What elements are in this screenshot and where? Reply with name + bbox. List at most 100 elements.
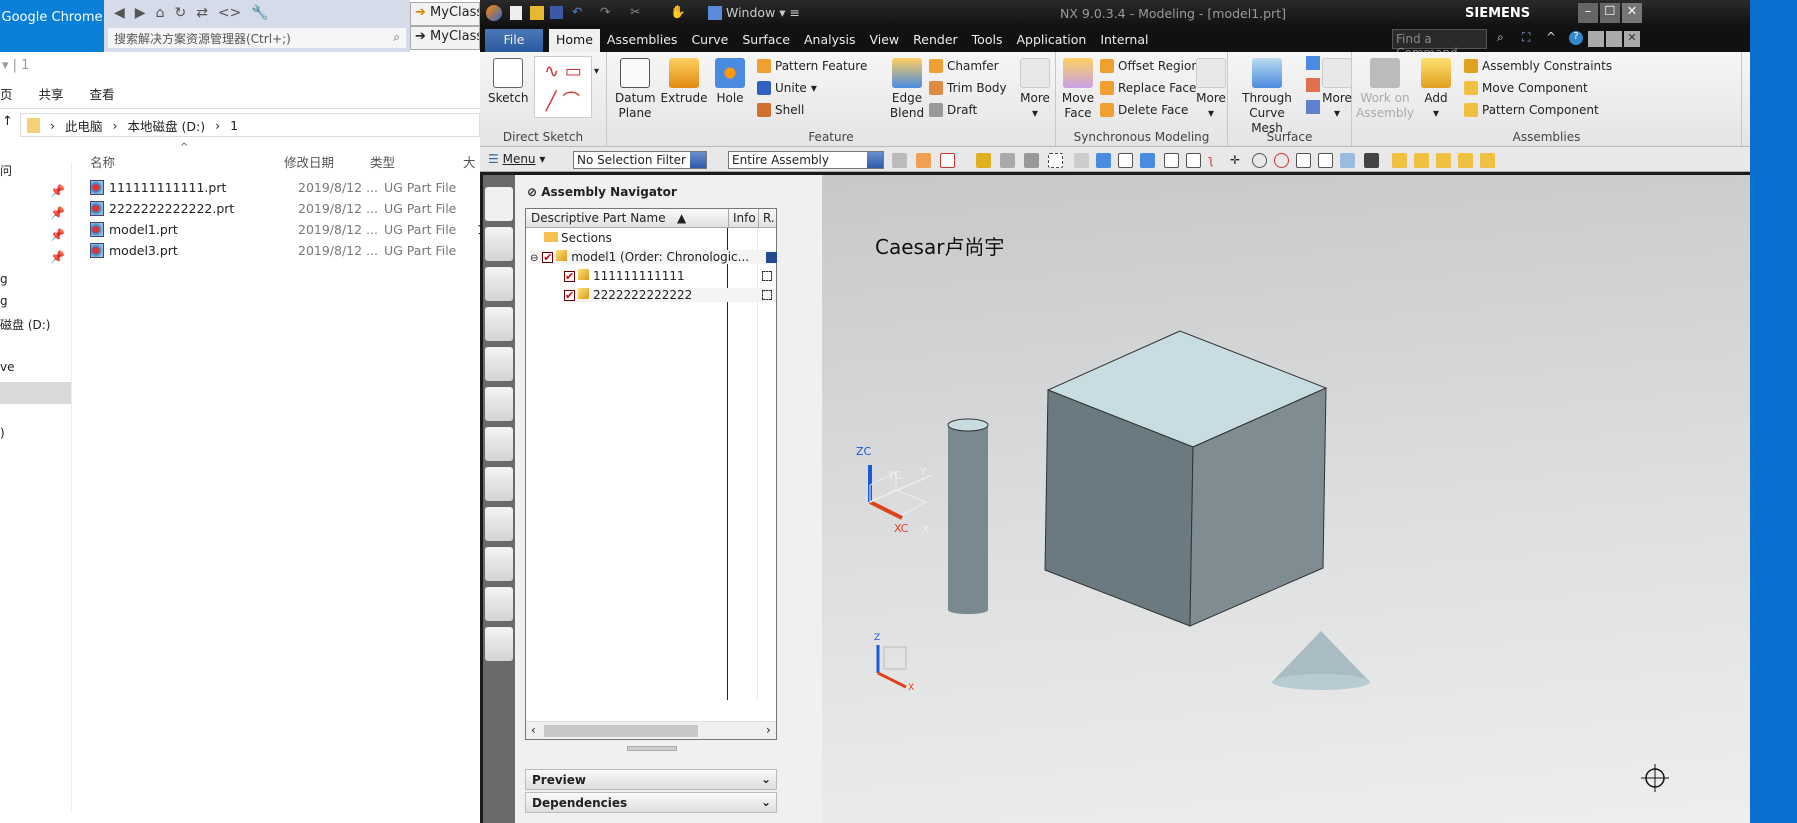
file-row[interactable]: 2222222222222.prt 2019/8/12 ... UG Part Fi… [90,198,477,219]
chamfer-button[interactable]: Chamfer [929,59,999,73]
end-point-icon[interactable] [1164,153,1179,168]
column-type[interactable]: 类型 [370,152,395,171]
code-icon[interactable]: <> [218,5,241,21]
tab-home[interactable]: Home [549,29,600,52]
intersection-icon[interactable]: ✛ [1230,153,1245,168]
nav-item[interactable]: 问 [0,162,71,184]
wrench-icon[interactable]: 🔧 [251,5,268,21]
assembly-icon[interactable] [1480,153,1495,168]
file-row[interactable]: 111111111111.prt 2019/8/12 ... UG Part Fil… [90,177,477,198]
move-face-button[interactable]: Move Face [1060,58,1096,121]
horizontal-scrollbar[interactable]: ‹ › [526,721,776,739]
point-on-face-icon[interactable] [1340,153,1355,168]
collapse-ribbon-icon[interactable]: ^ [1546,30,1556,44]
full-screen-icon[interactable]: ⛶ [1522,30,1530,45]
splitter-handle[interactable] [627,746,677,751]
manufacturing-wizards-tab-icon[interactable] [485,507,513,541]
history-icon[interactable]: ↻ [174,5,186,21]
snap-point-icon[interactable] [1140,153,1155,168]
pin-icon[interactable]: 📌 [0,184,71,206]
replace-face-button[interactable]: Replace Face [1100,81,1196,95]
work-on-assembly-button[interactable]: Work on Assembly [1356,58,1414,121]
sketch-curve-gallery[interactable]: ∿ ▭ ╱ ⌒ [534,56,592,118]
sync-icon[interactable]: ⇄ [196,5,208,21]
surface-more-button[interactable]: More ▾ [1322,58,1352,121]
back-icon[interactable]: ◀ [114,5,125,21]
move-component-button[interactable]: Move Component [1464,81,1588,95]
view-icon[interactable] [1096,153,1111,168]
palette-tab-icon[interactable] [485,627,513,661]
selection-scope-dropdown[interactable]: Entire Assembly [728,151,884,169]
nav-item-selected[interactable] [0,382,71,404]
pin-icon[interactable]: 📌 [0,206,71,228]
dependencies-section[interactable]: Dependencies ⌄ [525,792,777,813]
through-curve-mesh-button[interactable]: Through Curve Mesh [1232,58,1302,136]
find-command-input[interactable]: Find a Command [1392,29,1487,60]
tree-node-component[interactable]: ✔ 2222222222222 [564,288,776,302]
new-icon[interactable] [510,6,522,20]
pin-icon[interactable]: 📌 [0,250,71,272]
graphics-viewport[interactable]: Caesar卢尚宇 ZC YC Y XC X Z X [822,175,1750,823]
surface-icon[interactable] [1306,100,1320,114]
solution-search-input[interactable]: 搜索解决方案资源管理器(Ctrl+;) ⌕ [108,28,406,48]
nav-item[interactable]: g [0,294,71,316]
existing-point-icon[interactable] [1296,153,1311,168]
tab-surface[interactable]: Surface [735,29,797,52]
offset-region-button[interactable]: Offset Region [1100,59,1199,73]
part-navigator-tab-icon[interactable] [485,267,513,301]
point-on-curve-icon[interactable] [1318,153,1333,168]
preview-section[interactable]: Preview ⌄ [525,769,777,790]
search-icon[interactable]: ⌕ [1497,30,1504,45]
cut-icon[interactable]: ✂ [630,4,640,19]
assembly-icon[interactable] [1436,153,1451,168]
pattern-feature-button[interactable]: Pattern Feature [757,59,867,73]
doc-close-button[interactable]: ✕ [1624,31,1640,47]
arc-center-icon[interactable] [1252,153,1267,168]
grid-icon[interactable] [1364,153,1379,168]
selection-filter-dropdown[interactable]: No Selection Filter [573,151,707,169]
help-icon[interactable]: ? [1569,31,1583,45]
trim-body-button[interactable]: Trim Body [929,81,1007,95]
snap-icon[interactable] [892,153,907,168]
add-component-button[interactable]: Add ▾ [1418,58,1454,121]
ribbon-tab-view[interactable]: 查看 [90,84,115,103]
ribbon-tab-share[interactable]: 共享 [39,84,64,103]
vs-tab-myclass[interactable]: ➔ MyClass [410,2,480,26]
tab-analysis[interactable]: Analysis [797,29,863,52]
select-icon[interactable] [940,153,955,168]
touch-mode-icon[interactable]: ✋ [670,4,686,20]
assembly-navigator-tab-icon[interactable] [485,187,513,221]
close-button[interactable]: ✕ [1622,3,1642,23]
column-descriptive-part-name[interactable]: Descriptive Part Name ▲ [531,211,686,225]
save-icon[interactable] [550,6,563,19]
forward-icon[interactable]: ▶ [135,5,146,21]
tree-node-model1[interactable]: ⊖ ✔ model1 (Order: Chronologic... [530,250,777,264]
draft-button[interactable]: Draft [929,103,977,117]
select-icon[interactable] [1000,153,1015,168]
tab-curve[interactable]: Curve [684,29,735,52]
hd3d-tools-tab-icon[interactable] [485,347,513,381]
sync-more-button[interactable]: More ▾ [1196,58,1226,121]
file-row[interactable]: model1.prt2019/8/12 ...UG Part File1( [90,219,490,240]
assembly-icon[interactable] [1392,153,1407,168]
feature-more-button[interactable]: More ▾ [1017,58,1053,121]
tree-node-component[interactable]: ✔ 111111111111 [564,269,776,283]
column-info[interactable]: Info [728,209,760,228]
nav-item[interactable]: ) [0,426,71,448]
ribbon-tab-home[interactable]: 页 [0,84,13,103]
breadcrumb-drive-d[interactable]: 本地磁盘 (D:) [128,116,206,135]
assembly-constraints-button[interactable]: Assembly Constraints [1464,59,1612,73]
surface-icon[interactable] [1306,56,1320,70]
doc-restore-button[interactable] [1606,31,1622,47]
file-row[interactable]: model3.prt 2019/8/12 ... UG Part File [90,240,477,261]
column-reference[interactable]: R. [758,209,779,228]
tab-tools[interactable]: Tools [965,29,1010,52]
scrollbar-thumb[interactable] [544,725,698,737]
mid-point-icon[interactable] [1186,153,1201,168]
window-menu[interactable]: Window ▾ ≡ [726,5,800,20]
unite-button[interactable]: Unite ▾ [757,81,817,95]
menu-button[interactable]: ☰ Menu ▾ [488,152,545,166]
minimize-button[interactable]: – [1578,3,1598,23]
web-browser-tab-icon[interactable] [485,387,513,421]
assembly-icon[interactable] [1414,153,1429,168]
